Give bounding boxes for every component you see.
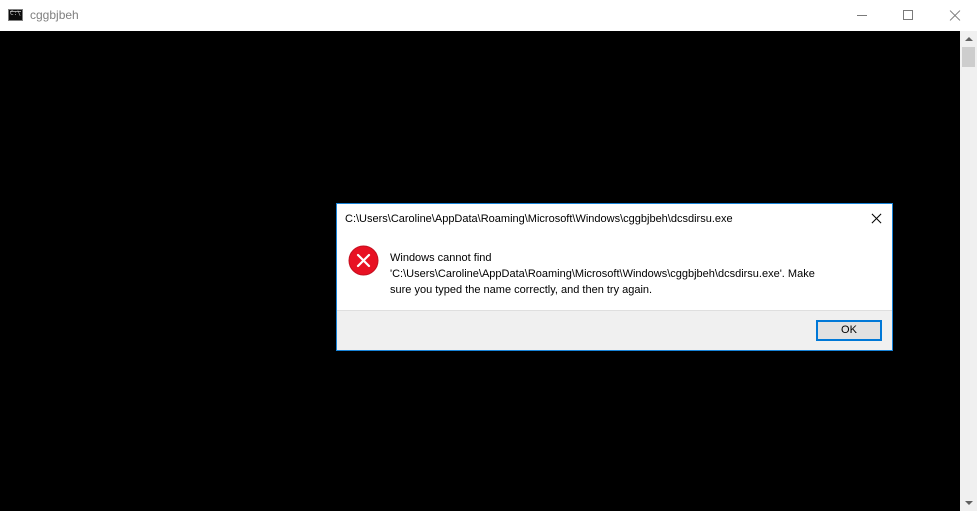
- window-title: cggbjbeh: [30, 8, 79, 22]
- maximize-button[interactable]: [885, 0, 931, 31]
- ok-button[interactable]: OK: [816, 320, 882, 341]
- message-line: Windows cannot find: [390, 252, 492, 264]
- error-dialog: C:\Users\Caroline\AppData\Roaming\Micros…: [336, 203, 893, 351]
- console-window: C:\ cggbjbeh C:\Users\Caroline\AppData\R…: [0, 0, 977, 511]
- message-line: sure you typed the name correctly, and t…: [390, 284, 653, 296]
- window-titlebar[interactable]: C:\ cggbjbeh: [0, 0, 977, 31]
- dialog-close-button[interactable]: [861, 205, 891, 233]
- vertical-scrollbar[interactable]: [960, 31, 977, 511]
- cmd-console-icon[interactable]: C:\: [8, 9, 23, 21]
- minimize-button[interactable]: [839, 0, 885, 31]
- error-icon: [348, 245, 379, 276]
- scroll-up-arrow-icon[interactable]: [960, 31, 977, 48]
- scroll-down-arrow-icon[interactable]: [960, 494, 977, 511]
- cmd-icon-text: C:\: [10, 10, 21, 17]
- error-message: Windows cannot find 'C:\Users\Caroline\A…: [390, 250, 880, 298]
- scroll-thumb[interactable]: [962, 47, 975, 67]
- dialog-button-bar: OK: [337, 310, 892, 350]
- message-line: 'C:\Users\Caroline\AppData\Roaming\Micro…: [390, 268, 815, 280]
- close-window-button[interactable]: [931, 0, 977, 31]
- dialog-title: C:\Users\Caroline\AppData\Roaming\Micros…: [345, 213, 733, 225]
